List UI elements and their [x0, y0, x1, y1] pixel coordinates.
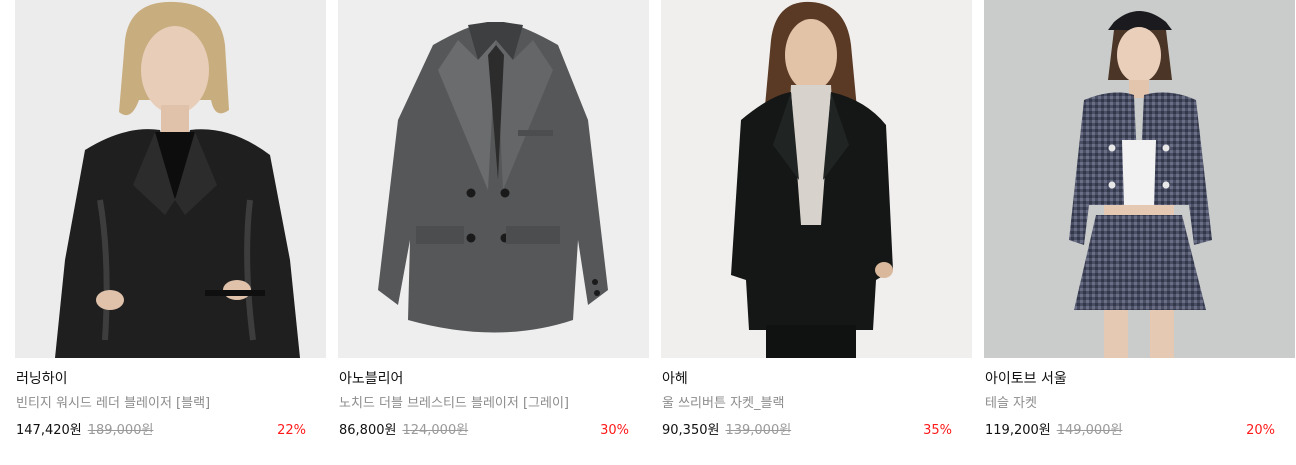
product-image[interactable] — [661, 0, 972, 358]
price-row: 119,200원 149,000원 20% — [985, 421, 1275, 441]
sale-price: 90,350원 — [662, 423, 720, 438]
sale-price: 147,420원 — [16, 423, 82, 438]
discount-rate: 35% — [923, 423, 952, 438]
product-image[interactable] — [984, 0, 1295, 358]
product-grid: 러닝하이 빈티지 워시드 레더 블레이저 [블랙] 147,420원 189,00… — [0, 0, 1296, 465]
product-image[interactable] — [15, 0, 326, 358]
product-name[interactable]: 테슬 자켓 — [985, 394, 1037, 414]
price-row: 90,350원 139,000원 35% — [662, 421, 952, 441]
product-card[interactable]: 러닝하이 빈티지 워시드 레더 블레이저 [블랙] 147,420원 189,00… — [15, 0, 326, 465]
original-price: 149,000원 — [1056, 423, 1123, 438]
original-price: 139,000원 — [725, 423, 792, 438]
product-image[interactable] — [338, 0, 649, 358]
sale-price: 119,200원 — [985, 423, 1051, 438]
discount-rate: 30% — [600, 423, 629, 438]
sale-price: 86,800원 — [339, 423, 397, 438]
brand-name[interactable]: 러닝하이 — [16, 369, 68, 389]
product-name[interactable]: 울 쓰리버튼 자켓_블랙 — [662, 394, 784, 414]
original-price: 189,000원 — [87, 423, 154, 438]
brand-name[interactable]: 아노블리어 — [339, 369, 403, 389]
product-name[interactable]: 빈티지 워시드 레더 블레이저 [블랙] — [16, 394, 210, 414]
brand-name[interactable]: 아이토브 서울 — [985, 369, 1067, 389]
product-card[interactable]: 아헤 울 쓰리버튼 자켓_블랙 90,350원 139,000원 35% — [661, 0, 972, 465]
discount-rate: 22% — [277, 423, 306, 438]
product-card[interactable]: 아노블리어 노치드 더블 브레스티드 블레이저 [그레이] 86,800원 124… — [338, 0, 649, 465]
price-row: 86,800원 124,000원 30% — [339, 421, 629, 441]
price-row: 147,420원 189,000원 22% — [16, 421, 306, 441]
product-name[interactable]: 노치드 더블 브레스티드 블레이저 [그레이] — [339, 394, 569, 414]
brand-name[interactable]: 아헤 — [662, 369, 688, 389]
original-price: 124,000원 — [402, 423, 469, 438]
product-card[interactable]: 아이토브 서울 테슬 자켓 119,200원 149,000원 20% — [984, 0, 1295, 465]
discount-rate: 20% — [1246, 423, 1275, 438]
